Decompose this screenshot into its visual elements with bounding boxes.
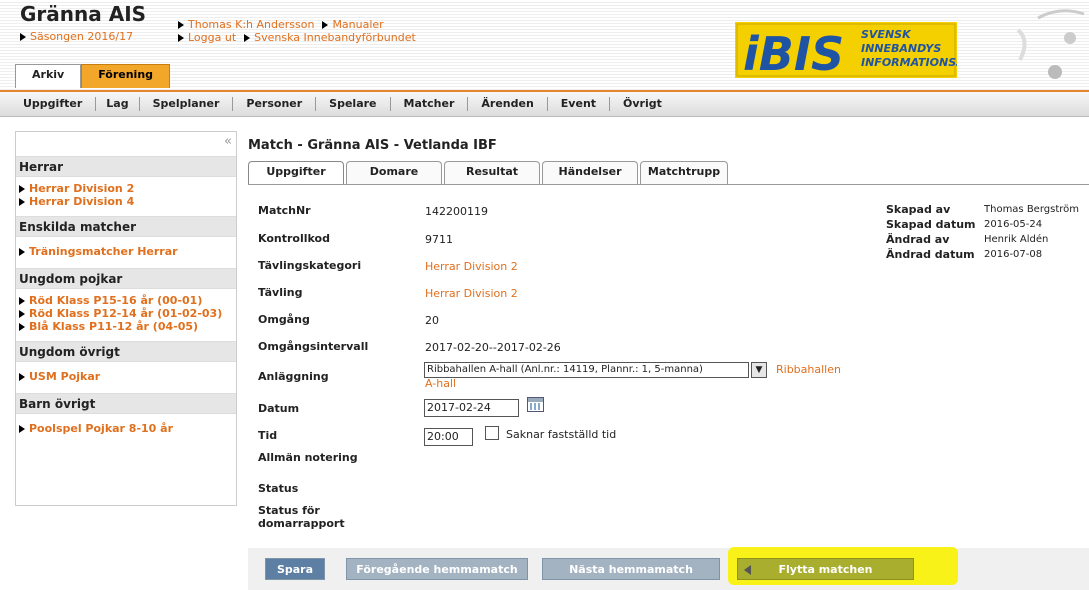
kontrollkod-label: Kontrollkod [258,232,330,245]
svg-text:SVENSK: SVENSK [861,28,912,41]
sidebar-item[interactable]: Röd Klass P15-16 år (00-01) [19,294,233,307]
svg-text:INFORMATIONSSYSTEM: INFORMATIONSSYSTEM [861,56,957,69]
nav-ovrigt[interactable]: Övrigt [610,97,675,111]
arrow-icon [322,21,329,29]
status-label: Status [258,482,299,495]
sidebar-heading: Ungdom övrigt [16,341,236,362]
sidebar-item[interactable]: Herrar Division 4 [19,195,233,208]
top-tabs: Arkiv Förening [15,64,171,88]
changed-by-value: Henrik Aldén [984,234,1049,245]
tab-resultat[interactable]: Resultat [444,161,540,184]
arrow-icon [20,33,26,41]
prev-home-match-button[interactable]: Föregående hemmamatch [346,558,528,580]
intervall-label: Omgångsintervall [258,340,369,353]
user-link[interactable]: Thomas K:h Andersson [188,18,314,31]
date-input[interactable]: 2017-02-24 [424,399,519,417]
sidebar-item[interactable]: Poolspel Pojkar 8-10 år [19,422,233,435]
nav-matcher[interactable]: Matcher [391,97,469,111]
no-time-label: Saknar fastställd tid [506,428,617,441]
changed-date-value: 2016-07-08 [984,249,1043,260]
facility-link[interactable]: Ribbahallen [776,363,841,376]
no-time-checkbox[interactable] [485,426,499,440]
nav-lag[interactable]: Lag [96,97,140,111]
play-icon [744,565,751,575]
anlaggning-label: Anläggning [258,370,329,383]
nav-spelplaner[interactable]: Spelplaner [140,97,234,111]
page-title: Match - Gränna AIS - Vetlanda IBF [248,138,497,153]
created-date-value: 2016-05-24 [984,219,1043,230]
sidebar-item[interactable]: USM Pojkar [19,370,233,383]
created-by-value: Thomas Bergström [984,204,1079,215]
omgang-value: 20 [425,314,439,327]
arrow-icon [244,34,251,42]
time-input[interactable]: 20:00 [424,428,473,446]
omgang-label: Omgång [258,313,310,326]
logout-link[interactable]: Logga ut [188,31,236,44]
notering-label: Allmän notering [258,451,358,464]
nav-uppgifter[interactable]: Uppgifter [10,97,97,111]
tab-handelser[interactable]: Händelser [542,161,638,184]
save-button[interactable]: Spara [265,558,325,580]
federation-link[interactable]: Svenska Innebandyförbundet [254,31,416,44]
intervall-value: 2017-02-20--2017-02-26 [425,341,561,354]
move-match-button[interactable]: Flytta matchen [737,558,914,580]
manuals-link[interactable]: Manualer [332,18,383,31]
tid-label: Tid [258,429,278,442]
arrow-icon [178,34,184,42]
domarrapport-label-2: domarrapport [258,517,345,530]
tab-matchtrupp[interactable]: Matchtrupp [640,161,728,184]
tab-uppgifter[interactable]: Uppgifter [248,161,344,184]
collapse-icon[interactable]: « [224,134,232,149]
calendar-icon[interactable] [527,397,544,412]
domarrapport-label: Status för [258,504,320,517]
main-nav: Uppgifter Lag Spelplaner Personer Spelar… [0,90,1089,117]
tavling-link[interactable]: Herrar Division 2 [425,287,518,300]
header: Gränna AIS Säsongen 2016/17 Thomas K:h A… [0,0,1089,90]
ibis-logo: iBIS SVENSK INNEBANDYS INFORMATIONSSYSTE… [735,22,957,78]
arrow-icon [178,21,184,29]
kategori-label: Tävlingskategori [258,259,362,272]
audit-info: Skapad av Thomas Bergström Skapad datum 20… [886,202,1079,262]
nav-spelare[interactable]: Spelare [316,97,391,111]
created-date-label: Skapad datum [886,218,976,231]
changed-by-label: Ändrad av [886,233,950,246]
datum-label: Datum [258,402,300,415]
sidebar-heading: Ungdom pojkar [16,268,236,289]
nav-personer[interactable]: Personer [233,97,317,111]
tab-forening[interactable]: Förening [81,64,171,88]
sidebar-item[interactable]: Herrar Division 2 [19,182,233,195]
nav-arenden[interactable]: Ärenden [468,97,548,111]
season-link[interactable]: Säsongen 2016/17 [20,30,133,43]
tavling-label: Tävling [258,286,303,299]
sidebar: « Herrar Herrar Division 2 Herrar Divisi… [15,131,237,506]
next-home-match-button[interactable]: Nästa hemmamatch [542,558,720,580]
matchnr-value: 142200119 [425,205,488,218]
decoration-graphic [1016,9,1085,79]
sidebar-heading: Barn övrigt [16,393,236,414]
matchnr-label: MatchNr [258,204,311,217]
facility-select[interactable]: Ribbahallen A-hall (Anl.nr.: 14119, Plan… [424,362,749,378]
sidebar-item[interactable]: Blå Klass P11-12 år (04-05) [19,320,233,333]
facility-link-cont[interactable]: A-hall [425,377,456,390]
svg-text:iBIS: iBIS [743,27,844,78]
header-links: Thomas K:h Andersson Manualer Logga ut Sve… [178,18,416,44]
tab-arkiv[interactable]: Arkiv [15,64,82,88]
sidebar-heading: Herrar [16,156,236,177]
tab-domare[interactable]: Domare [346,161,442,184]
created-by-label: Skapad av [886,203,951,216]
changed-date-label: Ändrad datum [886,248,975,261]
sidebar-item[interactable]: Röd Klass P12-14 år (01-02-03) [19,307,233,320]
svg-text:INNEBANDYS: INNEBANDYS [861,42,941,55]
club-name: Gränna AIS [20,2,147,26]
match-tabs: Uppgifter Domare Resultat Händelser Matc… [248,161,730,184]
sidebar-heading: Enskilda matcher [16,216,236,237]
chevron-down-icon[interactable]: ▼ [751,362,767,378]
kategori-link[interactable]: Herrar Division 2 [425,260,518,273]
kontrollkod-value: 9711 [425,233,453,246]
sidebar-item[interactable]: Träningsmatcher Herrar [19,245,233,258]
nav-event[interactable]: Event [548,97,611,111]
